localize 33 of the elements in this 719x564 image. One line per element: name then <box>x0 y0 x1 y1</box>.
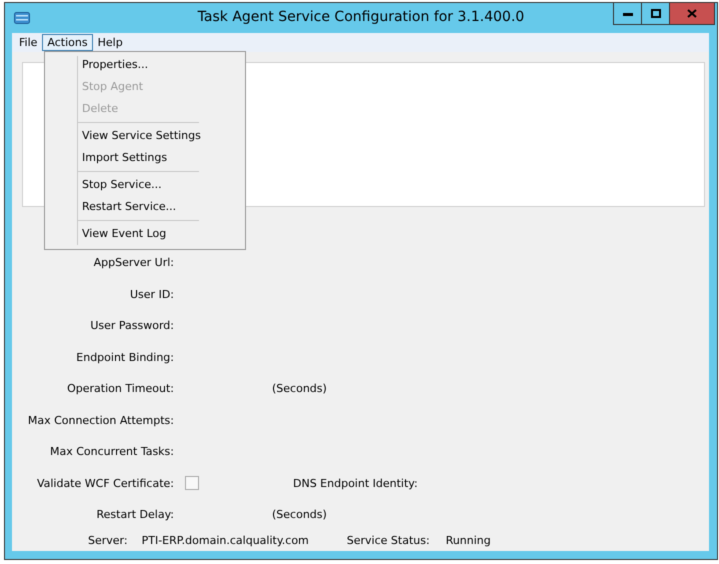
field-label: User Password: <box>90 319 174 332</box>
menu-option[interactable]: Import Settings <box>45 147 245 169</box>
minimize-button[interactable] <box>613 3 642 25</box>
minimize-icon <box>622 12 632 16</box>
checkbox[interactable] <box>185 476 199 490</box>
menu-item[interactable]: File <box>14 34 42 51</box>
service-status: Running <box>446 534 491 547</box>
unit-label: (Seconds) <box>272 508 327 522</box>
menu-option[interactable]: Stop Service... <box>45 174 245 196</box>
close-icon <box>687 9 697 18</box>
menu-item[interactable]: Actions <box>42 34 93 51</box>
menu-option[interactable]: Properties... <box>45 54 245 76</box>
field-label: Restart Delay: <box>96 508 174 522</box>
menu-item[interactable]: Help <box>92 34 128 51</box>
menu-option[interactable]: View Event Log <box>45 223 245 245</box>
field-label: DNS Endpoint Identity: <box>293 476 418 490</box>
window-title: Task Agent Service Configuration for 3.1.400.0 <box>196 9 526 25</box>
close-button[interactable] <box>669 3 715 25</box>
unit-label: (Seconds) <box>272 382 327 396</box>
field-label: User ID: <box>130 288 174 301</box>
field-label: Max Concurrent Tasks: <box>50 445 174 458</box>
menu-option[interactable]: View Service Settings <box>45 125 245 147</box>
field-label: Endpoint Binding: <box>76 350 174 364</box>
field-label: Max Connection Attempts: <box>28 414 174 427</box>
maximize-icon <box>650 9 660 18</box>
field-label: AppServer Url: <box>94 256 174 270</box>
server-label: Server: <box>88 534 128 547</box>
app-icon <box>14 12 30 24</box>
menu-option[interactable]: Restart Service... <box>45 196 245 218</box>
service-status-label: Service Status: <box>346 534 430 547</box>
field-label: Validate WCF Certificate: <box>36 476 174 490</box>
server-name: PTI-ERP.domain.calquality.com <box>142 534 309 547</box>
field-label: Operation Timeout: <box>67 382 174 396</box>
